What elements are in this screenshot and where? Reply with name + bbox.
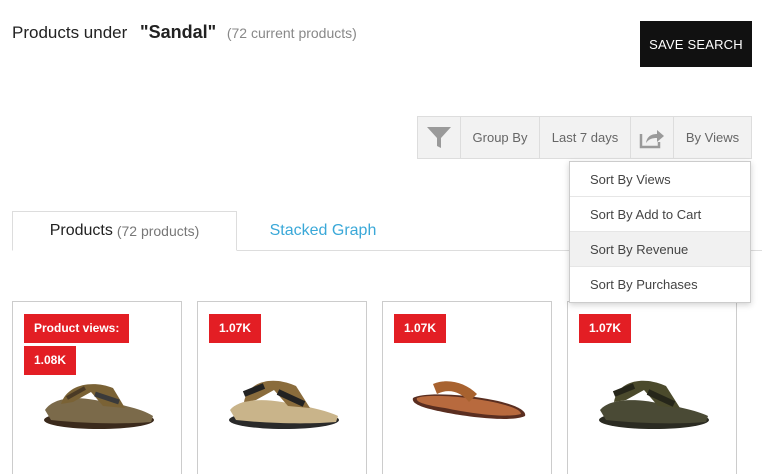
sort-menu: Sort By Views Sort By Add to Cart Sort B… [569, 161, 751, 303]
product-count: (72 current products) [226, 25, 357, 41]
product-views-label: Product views: [24, 314, 130, 343]
product-card[interactable]: 1.07K [197, 301, 367, 474]
tab-products-label: Products [49, 222, 113, 239]
share-button[interactable] [631, 117, 674, 158]
title-prefix: Products under [12, 23, 128, 42]
sort-option-add-to-cart[interactable]: Sort By Add to Cart [570, 197, 750, 232]
tab-products-count: (72 products) [116, 223, 200, 239]
date-range-button[interactable]: Last 7 days [540, 117, 631, 158]
group-by-button[interactable]: Group By [461, 117, 540, 158]
sort-option-views[interactable]: Sort By Views [570, 162, 750, 197]
sort-option-purchases[interactable]: Sort By Purchases [570, 267, 750, 302]
search-query: "Sandal" [140, 22, 217, 42]
tab-products[interactable]: Products (72 products) [12, 211, 237, 251]
product-image [229, 380, 339, 429]
product-views-badge: 1.07K [209, 314, 262, 343]
product-card[interactable]: Product views: 1.08K [12, 301, 182, 474]
sort-dropdown-button[interactable]: By Views [674, 117, 751, 158]
product-image [44, 384, 154, 429]
page-title: Products under "Sandal" (72 current prod… [12, 22, 357, 43]
filter-button[interactable] [418, 117, 461, 158]
product-card[interactable]: 1.07K [567, 301, 737, 474]
product-views-badge: 1.07K [394, 314, 447, 343]
product-views-badge: 1.07K [579, 314, 632, 343]
tab-stacked-graph[interactable]: Stacked Graph [237, 211, 409, 251]
product-card[interactable]: 1.07K [382, 301, 552, 474]
product-image [412, 381, 526, 419]
save-search-button[interactable]: SAVE SEARCH [640, 21, 752, 67]
sort-option-revenue[interactable]: Sort By Revenue [570, 232, 750, 267]
filter-icon [427, 126, 451, 148]
share-icon [639, 129, 664, 148]
product-image [599, 380, 709, 429]
results-toolbar: Group By Last 7 days By Views [417, 116, 752, 159]
